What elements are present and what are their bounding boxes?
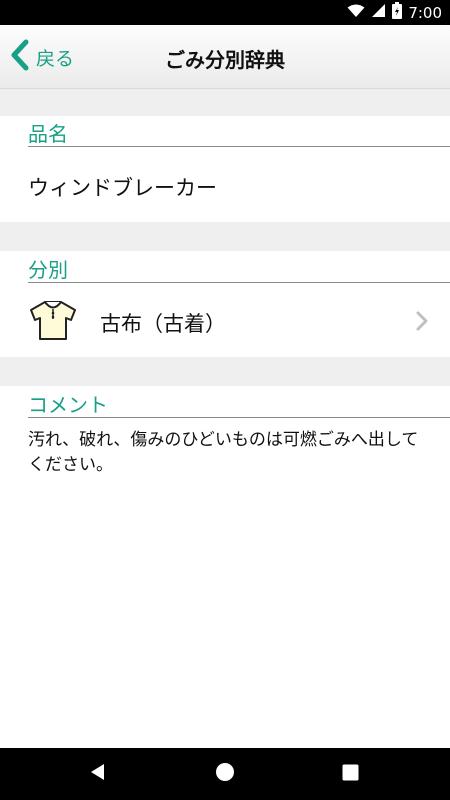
chevron-right-icon xyxy=(416,311,428,335)
nav-recents-button[interactable] xyxy=(320,748,380,800)
shirt-icon xyxy=(28,299,78,345)
comment-section-label: コメント xyxy=(28,393,108,417)
category-section-label: 分別 xyxy=(28,258,68,282)
status-bar: 7:00 xyxy=(0,0,450,25)
app-header: 戻る ごみ分別辞典 xyxy=(0,25,450,89)
page-title: ごみ分別辞典 xyxy=(165,48,285,72)
category-row[interactable]: 古布（古着） xyxy=(0,285,450,357)
section-gap xyxy=(0,89,450,116)
home-circle-icon xyxy=(215,762,235,786)
comment-section-divider xyxy=(28,417,450,418)
category-name: 古布（古着） xyxy=(100,312,226,336)
back-triangle-icon xyxy=(89,763,107,785)
navigation-bar xyxy=(0,748,450,800)
item-name: ウィンドブレーカー xyxy=(28,176,217,200)
signal-icon xyxy=(371,3,386,22)
battery-icon xyxy=(392,2,403,23)
section-gap xyxy=(0,357,450,386)
item-section-label: 品名 xyxy=(28,122,68,146)
item-section-divider xyxy=(28,146,450,147)
nav-home-button[interactable] xyxy=(195,748,255,800)
nav-back-button[interactable] xyxy=(68,748,128,800)
recents-square-icon xyxy=(342,764,359,785)
status-time: 7:00 xyxy=(408,3,442,22)
category-section-divider xyxy=(28,282,450,283)
section-gap xyxy=(0,222,450,251)
wifi-icon xyxy=(347,3,365,22)
comment-text: 汚れ、破れ、傷みのひどいものは可燃ごみへ出してください。 xyxy=(28,430,419,475)
status-icons: 7:00 xyxy=(347,0,442,25)
